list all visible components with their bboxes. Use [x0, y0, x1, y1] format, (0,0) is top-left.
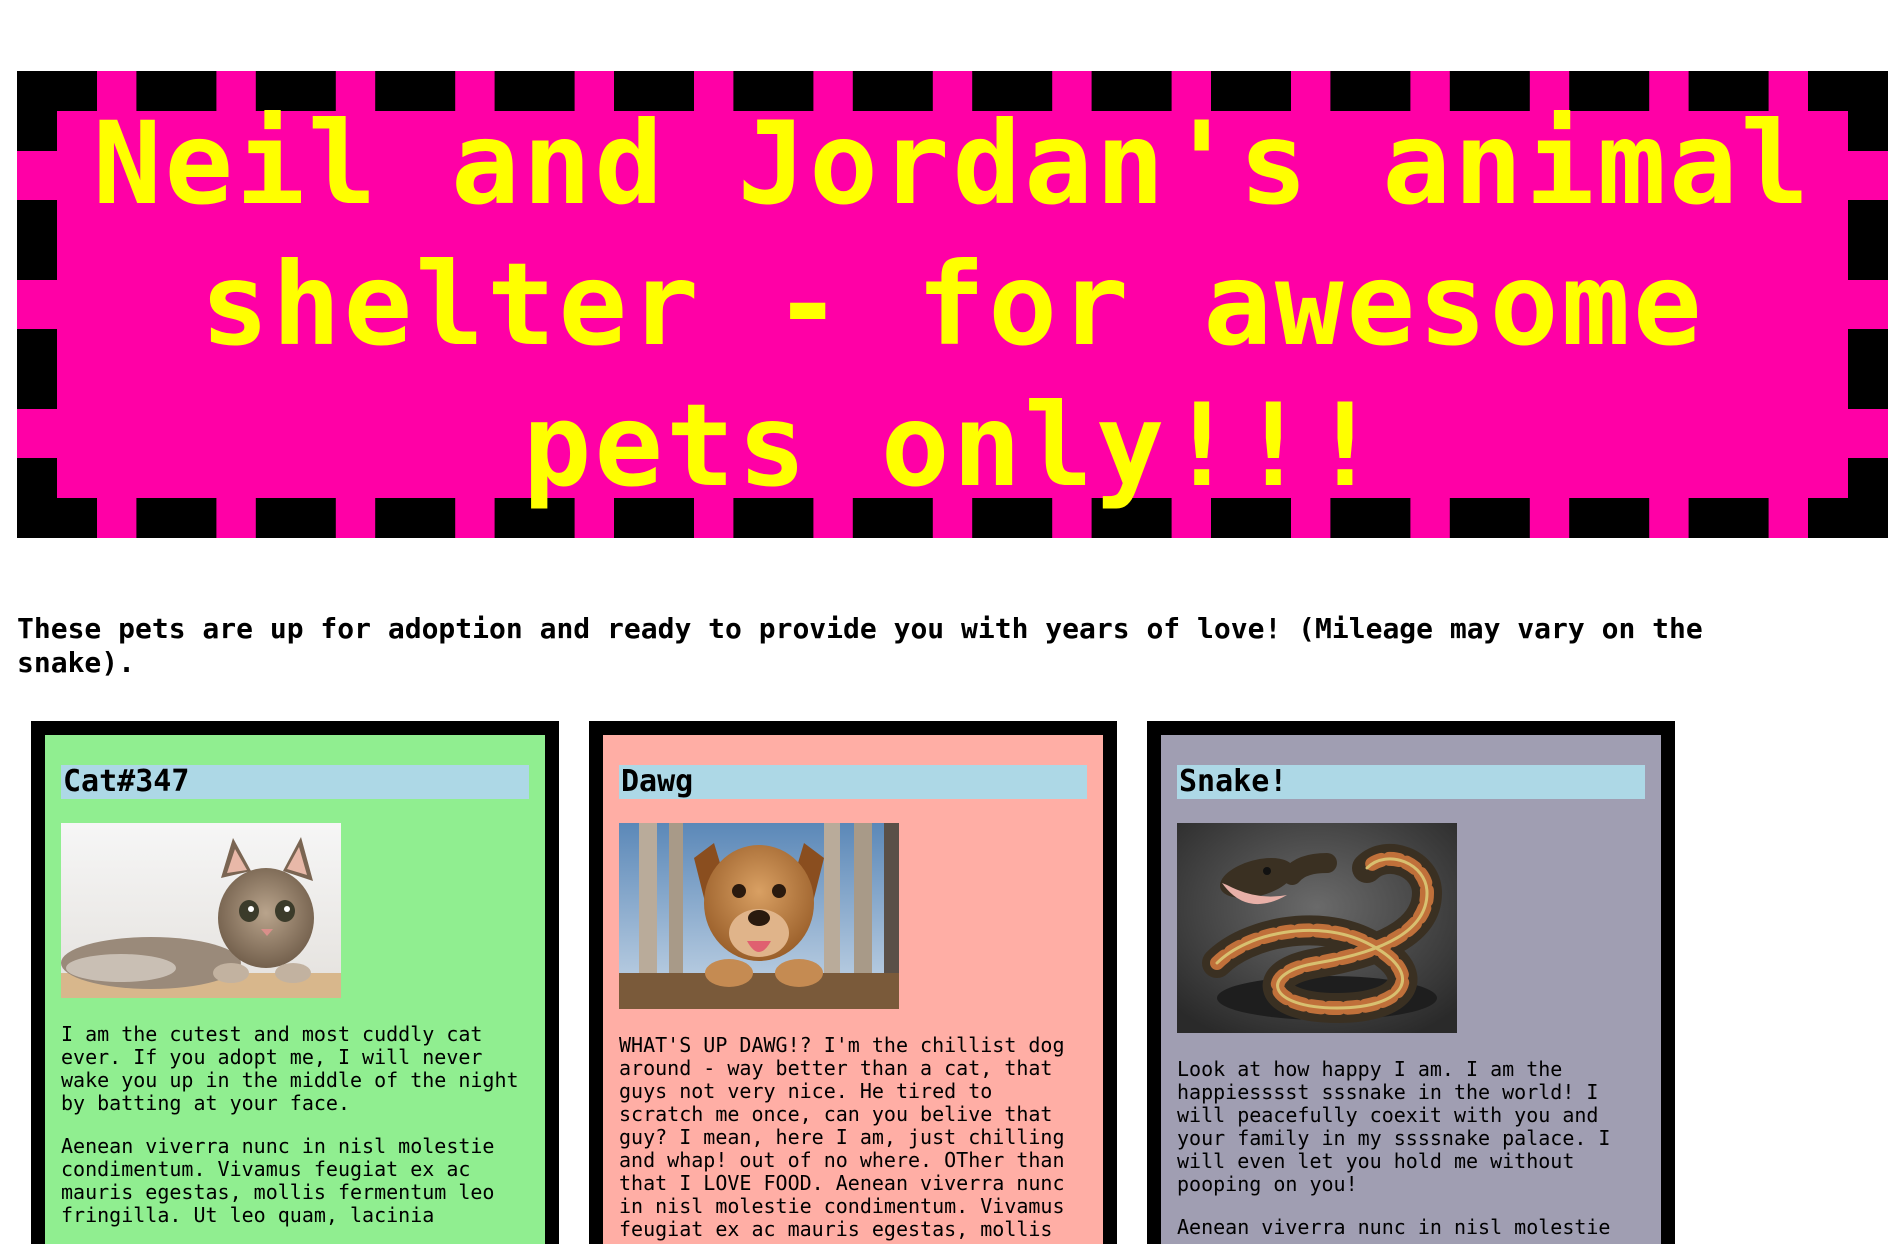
pet-description: I am the cutest and most cuddly cat ever… [61, 1022, 519, 1115]
pet-name: Dawg [619, 765, 1087, 799]
page-title: Neil and Jordan's animal shelter - for a… [92, 97, 1813, 512]
pet-description: WHAT'S UP DAWG!? I'm the chillist dog ar… [619, 1033, 1065, 1241]
snake-photo [1177, 823, 1457, 1033]
header-banner: Neil and Jordan's animal shelter - for a… [17, 71, 1888, 538]
pet-description: Aenean viverra nunc in nisl molestie [1177, 1215, 1611, 1239]
puppy-photo [619, 823, 899, 1009]
intro-text: These pets are up for adoption and ready… [17, 612, 1703, 679]
pet-description: Look at how happy I am. I am the happies… [1177, 1057, 1611, 1196]
pet-description: Aenean viverra nunc in nisl molestie con… [61, 1134, 495, 1227]
page: Neil and Jordan's animal shelter - for a… [0, 0, 1898, 1244]
pet-card-cat: Cat#347 I am the cutest and most cuddly … [31, 721, 559, 1244]
pet-card-snake: Snake! Look at how happy I am. I am the … [1147, 721, 1675, 1244]
pet-name: Snake! [1177, 765, 1645, 799]
pet-card-dog: Dawg WHAT'S UP DAWG!? I'm the chillist d… [589, 721, 1117, 1244]
pet-name: Cat#347 [61, 765, 529, 799]
kitten-photo [61, 823, 341, 998]
